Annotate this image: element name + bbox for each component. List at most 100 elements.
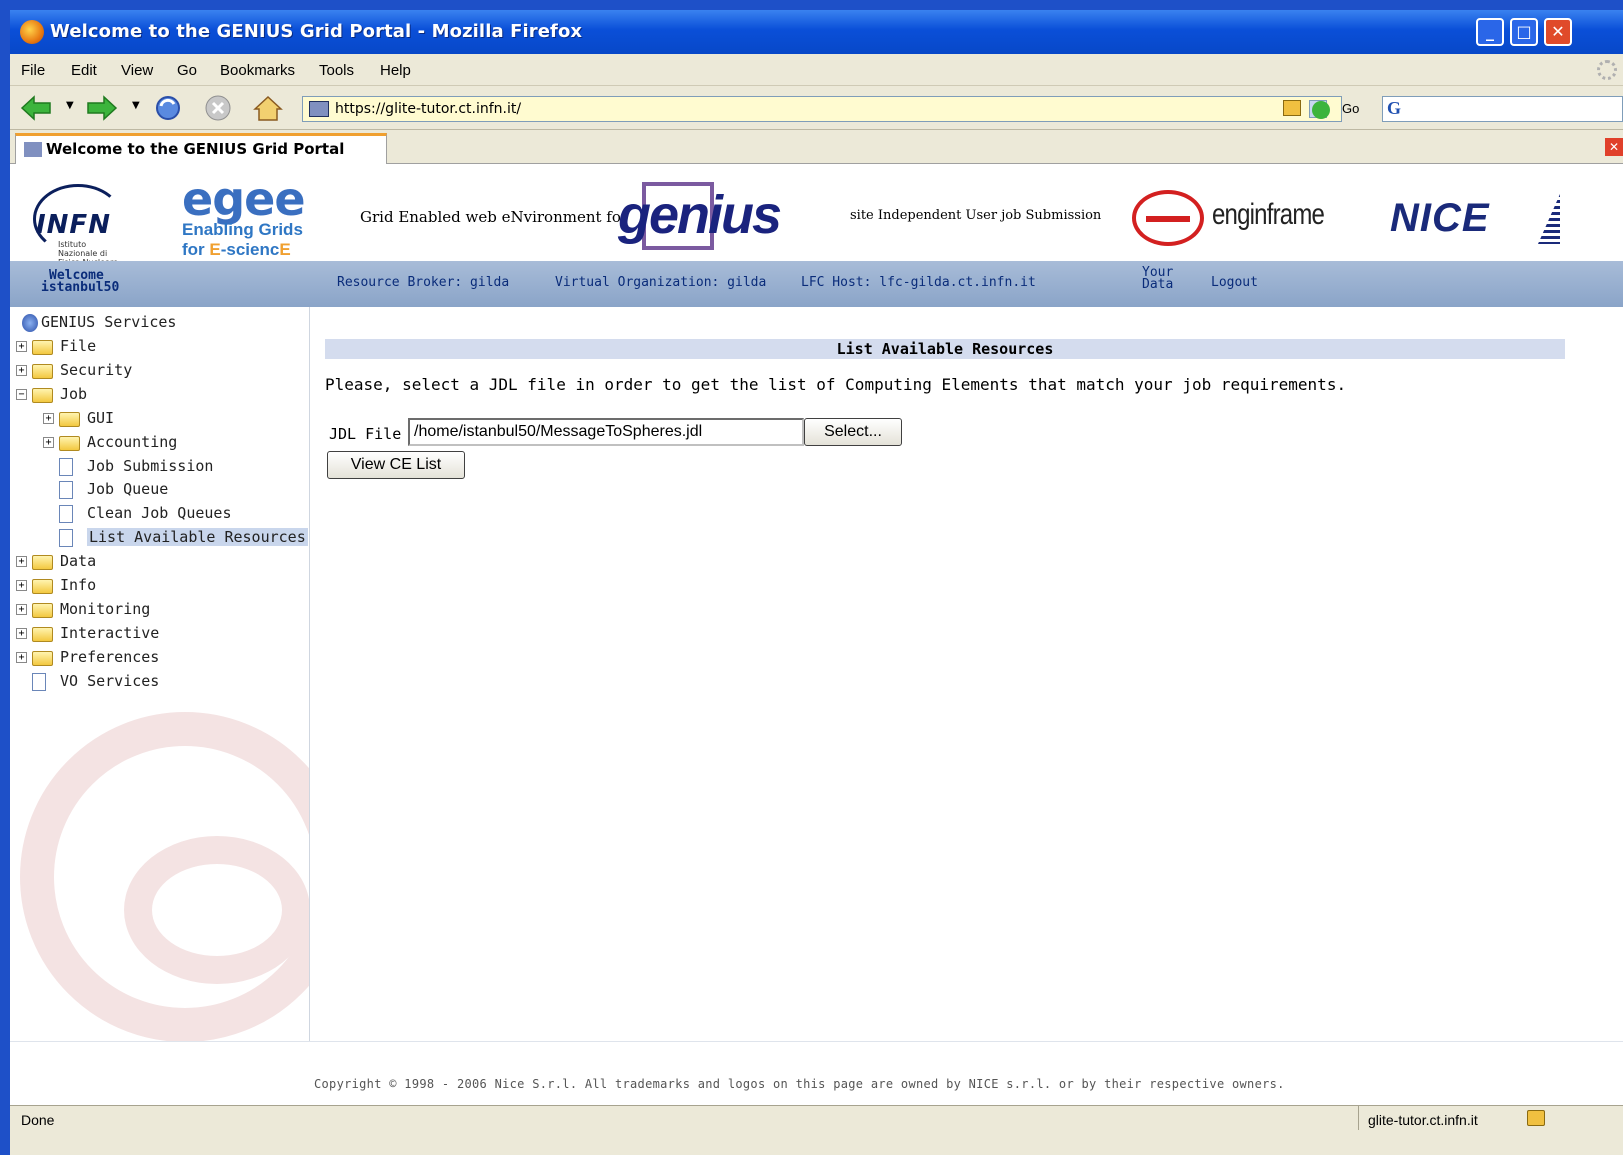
- sidebar-item-label: VO Services: [60, 671, 160, 690]
- document-icon: [59, 481, 73, 500]
- main-panel: List Available Resources Please, select …: [312, 307, 1623, 1041]
- select-button[interactable]: Select...: [804, 418, 902, 446]
- navigation-toolbar: ▼ ▼ https://glite-tutor.ct.infn.it/ ▼ Go…: [10, 86, 1623, 130]
- minimize-button[interactable]: _: [1476, 18, 1504, 46]
- tab-favicon: [24, 142, 42, 157]
- watermark-logo: [20, 712, 309, 1041]
- url-text: https://glite-tutor.ct.infn.it/: [335, 101, 522, 117]
- stop-icon[interactable]: [202, 94, 234, 122]
- folder-icon: [59, 411, 80, 427]
- throbber-icon: [1597, 60, 1617, 80]
- go-icon[interactable]: [1312, 101, 1330, 119]
- lock-icon: [1283, 100, 1301, 116]
- status-text: Done: [21, 1112, 55, 1128]
- view-ce-list-button[interactable]: View CE List: [327, 451, 465, 479]
- logout-link[interactable]: Logout: [1211, 275, 1258, 290]
- menu-bookmarks[interactable]: Bookmarks: [220, 62, 295, 79]
- sidebar-item-label: Interactive: [60, 623, 160, 642]
- maximize-button[interactable]: □: [1510, 18, 1538, 46]
- copyright-text: Copyright © 1998 - 2006 Nice S.r.l. All …: [314, 1077, 1285, 1091]
- expander-icon[interactable]: +: [16, 603, 27, 615]
- status-lock-icon[interactable]: [1527, 1110, 1545, 1126]
- menu-go[interactable]: Go: [177, 62, 197, 79]
- document-icon: [59, 529, 73, 548]
- expander-icon[interactable]: +: [16, 651, 27, 663]
- sidebar-item-label: Preferences: [60, 647, 160, 666]
- sidebar-item-label: Security: [60, 360, 133, 379]
- title-bar: Welcome to the GENIUS Grid Portal - Mozi…: [10, 10, 1623, 54]
- folder-icon: [32, 387, 53, 403]
- menu-bar: File Edit View Go Bookmarks Tools Help: [10, 54, 1623, 86]
- back-arrow-icon[interactable]: [20, 94, 52, 122]
- tab-genius-portal[interactable]: Welcome to the GENIUS Grid Portal: [15, 133, 387, 164]
- firefox-icon: [20, 20, 44, 44]
- expander-icon[interactable]: +: [16, 556, 27, 568]
- status-host: glite-tutor.ct.infn.it: [1368, 1112, 1478, 1128]
- folder-icon: [32, 602, 53, 618]
- menu-file[interactable]: File: [21, 62, 45, 79]
- expander-icon[interactable]: +: [16, 341, 27, 352]
- page-title: List Available Resources: [325, 339, 1565, 359]
- sidebar-item-label: List Available Resources: [87, 528, 308, 547]
- folder-icon: [32, 555, 53, 571]
- page-content: INFN Istituto Nazionale di Fisica Nuclea…: [10, 164, 1623, 1105]
- go-button[interactable]: Go: [1342, 101, 1359, 116]
- expander-icon[interactable]: +: [16, 580, 27, 591]
- virtual-organization: Virtual Organization: gilda: [555, 275, 767, 290]
- document-icon: [32, 672, 46, 691]
- document-icon: [59, 505, 73, 524]
- sidebar-item-label: Job Submission: [87, 456, 214, 475]
- sidebar-item-label: File: [60, 337, 97, 355]
- info-bar: Welcome istanbul50 Resource Broker: gild…: [10, 261, 1623, 307]
- folder-icon: [32, 363, 53, 379]
- services-icon: [22, 314, 38, 332]
- close-window-button[interactable]: ✕: [1544, 18, 1572, 46]
- url-bar[interactable]: https://glite-tutor.ct.infn.it/ ▼: [302, 96, 1342, 122]
- sidebar-item-label: Monitoring: [60, 599, 151, 618]
- sidebar-item-label: Accounting: [87, 432, 178, 451]
- forward-dropdown-icon[interactable]: ▼: [132, 100, 140, 111]
- genius-logo: genius: [610, 182, 800, 257]
- close-tab-icon[interactable]: ✕: [1605, 138, 1623, 156]
- grid-env-tagline: Grid Enabled web eNvironment for: [360, 208, 629, 226]
- jdl-file-input[interactable]: /home/istanbul50/MessageToSpheres.jdl: [408, 418, 804, 446]
- site-favicon: [309, 101, 329, 117]
- window-title: Welcome to the GENIUS Grid Portal - Mozi…: [50, 21, 583, 42]
- folder-icon: [32, 579, 53, 594]
- expander-icon[interactable]: −: [16, 388, 27, 400]
- reload-icon[interactable]: [152, 94, 184, 122]
- search-box[interactable]: G: [1382, 96, 1623, 122]
- forward-arrow-icon[interactable]: [86, 94, 118, 122]
- menu-edit[interactable]: Edit: [71, 62, 97, 79]
- folder-icon: [32, 626, 53, 642]
- instruction-text: Please, select a JDL file in order to ge…: [325, 375, 1347, 394]
- status-bar: Done glite-tutor.ct.infn.it: [10, 1105, 1623, 1155]
- menu-help[interactable]: Help: [380, 62, 411, 79]
- menu-view[interactable]: View: [121, 62, 153, 79]
- enginframe-logo: enginframe: [1132, 190, 1342, 250]
- google-icon: G: [1387, 98, 1402, 118]
- expander-icon[interactable]: +: [16, 627, 27, 639]
- sidebar-item-label: GUI: [87, 408, 115, 427]
- browser-window: Welcome to the GENIUS Grid Portal - Mozi…: [10, 10, 1623, 1155]
- expander-icon[interactable]: +: [16, 364, 27, 376]
- document-icon: [59, 457, 73, 476]
- lfc-host: LFC Host: lfc-gilda.ct.infn.it: [801, 275, 1036, 290]
- sidebar-item-label: Job Queue: [87, 480, 169, 499]
- sidebar-item-label: Data: [60, 552, 97, 571]
- menu-tools[interactable]: Tools: [319, 62, 354, 79]
- sidebar-item-label: Info: [60, 576, 97, 594]
- your-data-link-bottom[interactable]: Data: [1142, 278, 1173, 291]
- expander-icon[interactable]: +: [43, 412, 54, 424]
- tab-label: Welcome to the GENIUS Grid Portal: [46, 140, 345, 158]
- sidebar-item-label: Job: [60, 384, 88, 403]
- folder-icon: [59, 435, 80, 451]
- home-icon[interactable]: [252, 94, 284, 122]
- expander-icon[interactable]: +: [43, 436, 54, 448]
- infn-logo: INFN Istituto Nazionale di Fisica Nuclea…: [28, 184, 158, 267]
- folder-icon: [32, 340, 53, 355]
- back-dropdown-icon[interactable]: ▼: [66, 100, 74, 111]
- jdl-file-label: JDL File: [329, 425, 402, 443]
- egee-logo: egee Enabling Grids for E-sciencE: [182, 172, 306, 259]
- folder-icon: [32, 650, 53, 666]
